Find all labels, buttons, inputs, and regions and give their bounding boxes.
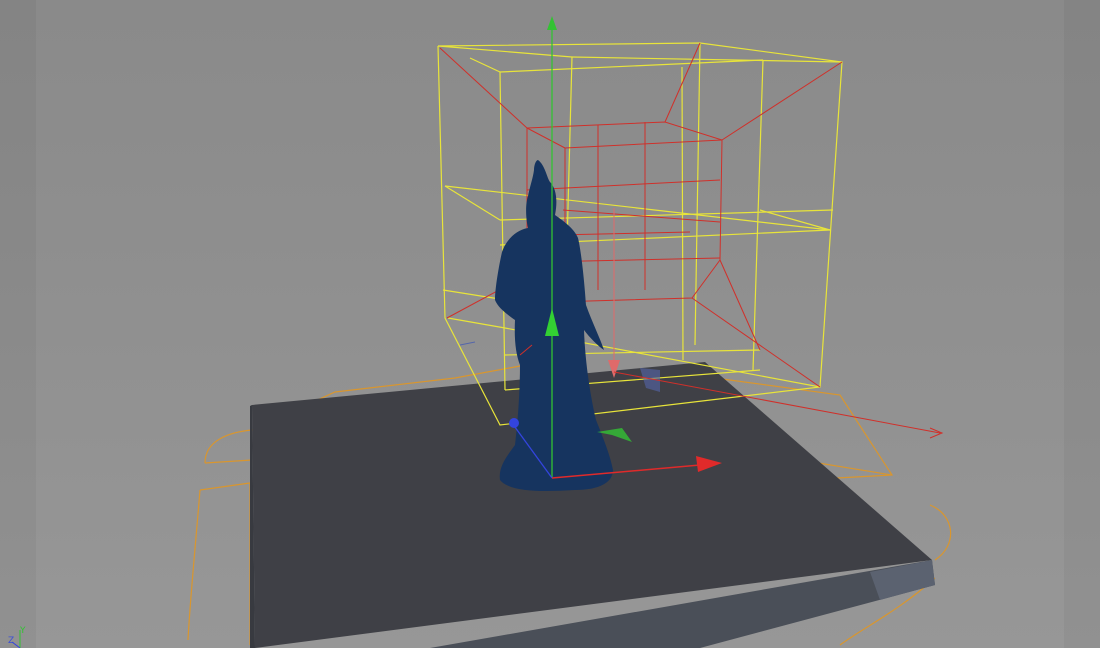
world-axis-y-label: Y	[20, 626, 26, 636]
viewport-scene[interactable]	[0, 0, 1100, 648]
3d-viewport[interactable]: Y Z	[0, 0, 1100, 648]
world-axis-z-label: Z	[8, 636, 15, 646]
deformer-cage[interactable]	[437, 42, 843, 426]
z-axis-handle[interactable]	[509, 418, 519, 428]
y-axis-arrow-top[interactable]	[547, 16, 557, 30]
